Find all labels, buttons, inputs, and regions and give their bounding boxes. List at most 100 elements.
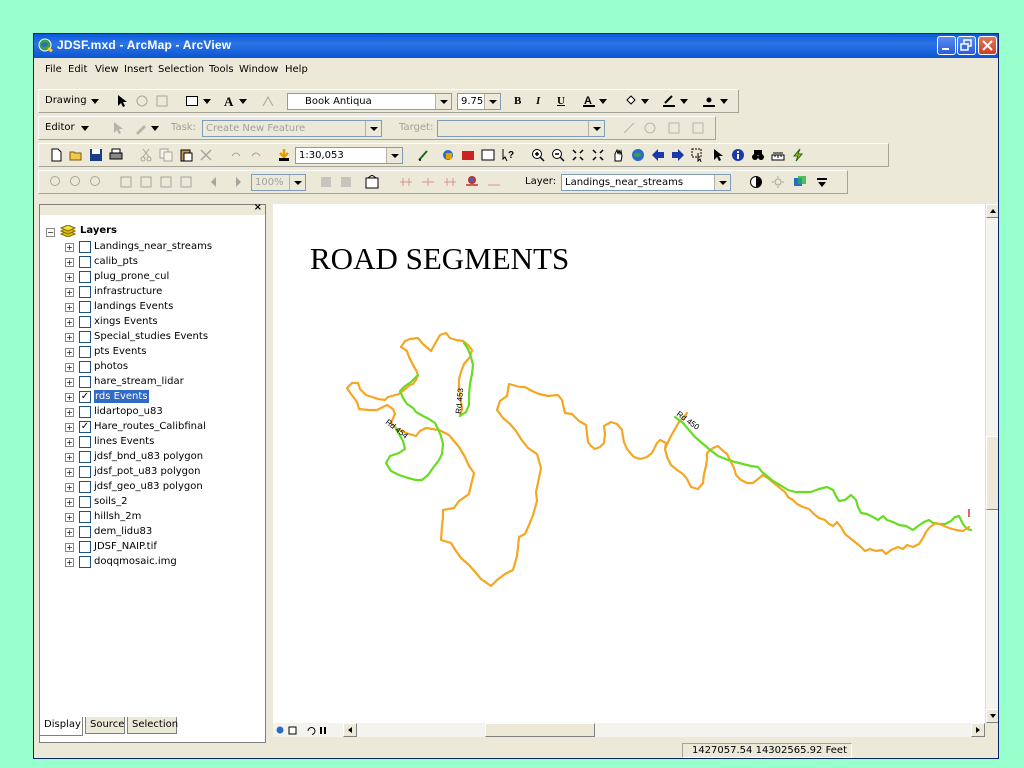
fixed-zoom-in-icon[interactable] bbox=[571, 148, 585, 162]
target-dropdown-arrow[interactable] bbox=[588, 121, 604, 136]
layer-visibility-checkbox[interactable] bbox=[79, 436, 91, 448]
sketch-properties-icon[interactable] bbox=[691, 121, 705, 135]
full-extent-icon[interactable] bbox=[631, 148, 645, 162]
layer-visibility-checkbox[interactable] bbox=[79, 556, 91, 568]
expand-icon[interactable]: + bbox=[65, 528, 74, 537]
chevron-down-icon[interactable] bbox=[641, 99, 649, 105]
zoom-out-icon[interactable] bbox=[551, 148, 565, 162]
tab-source[interactable]: Source bbox=[85, 717, 125, 734]
menu-window[interactable]: Window bbox=[239, 64, 278, 75]
expand-icon[interactable]: + bbox=[65, 453, 74, 462]
font-name-dropdown-arrow[interactable] bbox=[435, 94, 451, 109]
control-points-icon[interactable] bbox=[421, 175, 435, 189]
expand-icon[interactable]: + bbox=[65, 378, 74, 387]
expand-icon[interactable]: + bbox=[65, 408, 74, 417]
scroll-down-button[interactable] bbox=[986, 709, 998, 723]
pan-icon[interactable] bbox=[611, 148, 625, 162]
italic-button[interactable]: I bbox=[536, 95, 540, 107]
chevron-down-icon[interactable] bbox=[720, 99, 728, 105]
layer-visibility-checkbox[interactable] bbox=[79, 511, 91, 523]
task-dropdown-arrow[interactable] bbox=[365, 121, 381, 136]
save-icon[interactable] bbox=[89, 148, 103, 162]
expand-icon[interactable]: + bbox=[65, 513, 74, 522]
editor-menu[interactable]: Editor bbox=[45, 122, 75, 133]
zoom-percent-dropdown-arrow[interactable] bbox=[289, 175, 305, 190]
menu-insert[interactable]: Insert bbox=[124, 64, 153, 75]
zoom-percent-combo[interactable]: 100% bbox=[251, 174, 306, 191]
map-display[interactable]: ROAD SEGMENTS Rd 453 Rd 454 Rd 450 bbox=[273, 204, 985, 723]
layout-view-icon[interactable] bbox=[288, 726, 297, 735]
edit-vertices-icon[interactable] bbox=[261, 94, 275, 108]
expand-icon[interactable]: + bbox=[65, 288, 74, 297]
layer-visibility-checkbox[interactable] bbox=[79, 256, 91, 268]
editor-toolbar-icon[interactable] bbox=[417, 148, 431, 162]
font-size-dropdown-arrow[interactable] bbox=[484, 94, 500, 109]
menu-edit[interactable]: Edit bbox=[68, 64, 87, 75]
command-line-icon[interactable] bbox=[481, 148, 495, 162]
expand-icon[interactable]: + bbox=[65, 273, 74, 282]
zoom-100-icon[interactable] bbox=[139, 175, 153, 189]
layer-visibility-checkbox[interactable] bbox=[79, 481, 91, 493]
tab-display[interactable]: Display bbox=[39, 717, 83, 736]
chevron-down-icon[interactable] bbox=[91, 99, 99, 105]
paste-icon[interactable] bbox=[179, 148, 193, 162]
zoom-in-page-icon[interactable] bbox=[49, 175, 63, 189]
toolbar-options-icon[interactable] bbox=[815, 175, 829, 189]
map-vertical-scrollbar[interactable] bbox=[985, 204, 998, 723]
menu-help[interactable]: Help bbox=[285, 64, 308, 75]
split-tool-icon[interactable] bbox=[622, 121, 636, 135]
fill-color-icon[interactable] bbox=[624, 94, 638, 108]
expand-icon[interactable]: + bbox=[65, 303, 74, 312]
whats-this-icon[interactable]: ? bbox=[501, 148, 515, 162]
layer-visibility-checkbox[interactable] bbox=[79, 496, 91, 508]
zoom-in-icon[interactable] bbox=[531, 148, 545, 162]
chevron-down-icon[interactable] bbox=[680, 99, 688, 105]
expand-icon[interactable]: + bbox=[65, 468, 74, 477]
menu-selection[interactable]: Selection bbox=[158, 64, 204, 75]
scroll-up-button[interactable] bbox=[986, 204, 998, 218]
arccatalog-icon[interactable] bbox=[461, 148, 475, 162]
font-size-combo[interactable]: 9.75 bbox=[457, 93, 501, 110]
rectangle-icon[interactable] bbox=[185, 94, 199, 108]
chevron-down-icon[interactable] bbox=[599, 99, 607, 105]
pause-drawing-icon[interactable] bbox=[319, 726, 328, 735]
fixed-zoom-out-icon[interactable] bbox=[591, 148, 605, 162]
font-name-combo[interactable]: Book Antiqua bbox=[287, 93, 452, 110]
underline-button[interactable]: U bbox=[557, 95, 565, 107]
select-features-icon[interactable] bbox=[691, 148, 705, 162]
zoom-page-out-icon[interactable] bbox=[179, 175, 193, 189]
map-scale-dropdown-arrow[interactable] bbox=[386, 148, 402, 163]
line-color-icon[interactable] bbox=[662, 94, 676, 108]
expand-icon[interactable]: + bbox=[65, 393, 74, 402]
copy-icon[interactable] bbox=[159, 148, 173, 162]
print-icon[interactable] bbox=[109, 148, 123, 162]
layer-visibility-checkbox[interactable] bbox=[79, 301, 91, 313]
layer-visibility-checkbox[interactable] bbox=[79, 346, 91, 358]
georeference-point-icon[interactable] bbox=[465, 175, 479, 189]
focus-data-frame-icon[interactable] bbox=[339, 175, 353, 189]
delete-control-points-icon[interactable] bbox=[487, 175, 501, 189]
horizontal-scroll-thumb[interactable] bbox=[485, 723, 595, 737]
font-color-icon[interactable]: A bbox=[582, 94, 596, 108]
bold-button[interactable]: B bbox=[514, 95, 521, 107]
sketch-tool-icon[interactable] bbox=[134, 121, 148, 135]
layer-visibility-checkbox[interactable] bbox=[79, 241, 91, 253]
expand-icon[interactable]: + bbox=[65, 348, 74, 357]
brightness-icon[interactable] bbox=[771, 175, 785, 189]
refresh-icon[interactable] bbox=[307, 726, 316, 735]
menu-view[interactable]: View bbox=[95, 64, 119, 75]
expand-icon[interactable]: + bbox=[65, 243, 74, 252]
chevron-down-icon[interactable] bbox=[81, 126, 89, 132]
menu-file[interactable]: File bbox=[45, 64, 62, 75]
previous-extent-page-icon[interactable] bbox=[209, 175, 223, 189]
expand-icon[interactable]: + bbox=[65, 333, 74, 342]
expand-icon[interactable]: + bbox=[65, 258, 74, 267]
title-bar[interactable]: JDSF.mxd - ArcMap - ArcView bbox=[34, 34, 998, 58]
rotate-icon[interactable] bbox=[135, 94, 149, 108]
select-elements-icon[interactable] bbox=[711, 148, 725, 162]
arctoolbox-icon[interactable] bbox=[441, 148, 455, 162]
expand-icon[interactable]: + bbox=[65, 558, 74, 567]
go-forward-icon[interactable] bbox=[671, 148, 685, 162]
close-button[interactable] bbox=[978, 36, 997, 55]
pan-page-icon[interactable] bbox=[89, 175, 103, 189]
